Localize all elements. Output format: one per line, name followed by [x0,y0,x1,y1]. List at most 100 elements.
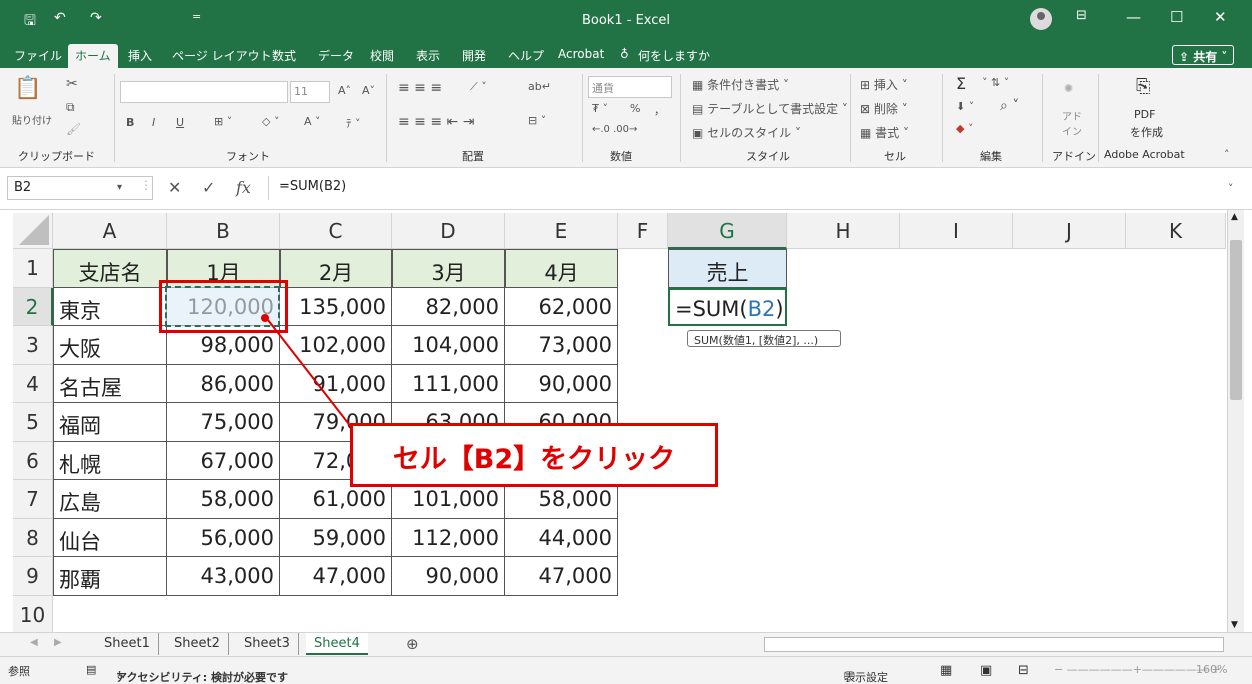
worksheet-grid[interactable]: ABCDEFGHIJK 12345678910 支店名1月2月3月4月東京120… [0,210,1252,634]
page-layout-view-icon[interactable]: ▣ [980,663,992,678]
value-cell[interactable]: 91,000 [280,364,392,403]
prev-sheet-icon[interactable]: ◀ [30,637,38,648]
addins-icon[interactable]: ✺ [1064,82,1073,95]
value-cell[interactable]: 90,000 [505,364,618,403]
tell-me-search[interactable]: 何をしますか [638,47,710,64]
value-cell[interactable]: 56,000 [167,518,280,557]
page-break-view-icon[interactable]: ⊟ [1018,663,1029,678]
value-cell[interactable]: 82,000 [392,287,505,326]
sort-filter-icon[interactable]: ˅ ⇅ ˅ [982,76,1009,89]
row-header-5[interactable]: 5 [13,403,53,442]
addins-button[interactable]: アド イン [1060,108,1084,138]
clear-icon[interactable]: ◆ ˅ [956,122,973,135]
column-header-k[interactable]: K [1126,213,1226,249]
paste-label[interactable]: 貼り付け [12,112,52,127]
column-header-c[interactable]: C [280,213,392,249]
name-box-dropdown-icon[interactable]: ▾ [117,182,122,193]
share-button[interactable]: ⇪ 共有 ˅ [1172,45,1234,65]
conditional-formatting-button[interactable]: ▦ 条件付き書式 ˅ [692,76,789,93]
normal-view-icon[interactable]: ▦ [940,663,952,678]
tab-formulas[interactable]: 数式 [272,47,296,64]
value-cell[interactable]: 67,000 [167,441,280,480]
cut-icon[interactable]: ✂ [66,76,78,92]
wrap-text-icon[interactable]: ab↵ [528,80,551,93]
active-cell-g2[interactable]: =SUM(B2) [668,287,787,326]
horizontal-scrollbar[interactable] [764,637,1224,652]
collapse-ribbon-icon[interactable]: ˄ [1224,148,1230,161]
grow-font-icon[interactable]: A˄ [338,84,351,97]
create-pdf-sub[interactable]: を作成 [1130,124,1163,140]
value-cell[interactable]: 135,000 [280,287,392,326]
format-cells-button[interactable]: ▦ 書式 ˅ [860,124,909,141]
border-icon[interactable]: ⊞ ˅ [214,115,232,128]
scroll-down-icon[interactable]: ▼ [1231,620,1238,630]
macro-icon[interactable]: ▤ [86,663,96,676]
cell-styles-button[interactable]: ▣ セルのスタイル ˅ [692,124,801,141]
pdf-icon[interactable]: ⎘ [1136,76,1150,97]
vertical-scrollbar[interactable]: ▲ ▼ [1227,210,1244,632]
sheet-tab-3[interactable]: Sheet3 [236,633,299,655]
select-all-button[interactable] [13,213,53,249]
format-painter-icon[interactable]: 🖌 [66,122,81,136]
font-size-select[interactable]: 11 [290,81,330,103]
tab-page-layout[interactable]: ページ レイアウト [172,47,272,64]
table-header-cell[interactable]: 2月 [280,249,392,288]
tab-acrobat[interactable]: Acrobat [558,47,604,61]
format-as-table-button[interactable]: ▤ テーブルとして書式設定 ˅ [692,100,848,117]
sheet-tab-2[interactable]: Sheet2 [166,633,229,655]
column-header-f[interactable]: F [618,213,668,249]
tab-developer[interactable]: 開発 [462,47,486,64]
merge-center-icon[interactable]: ⊟ ˅ [528,114,546,127]
branch-name-cell[interactable]: 東京 [53,287,167,326]
underline-button[interactable]: U [176,116,184,129]
paste-icon[interactable]: 📋 [14,76,41,101]
branch-name-cell[interactable]: 仙台 [53,518,167,557]
row-header-3[interactable]: 3 [13,326,53,365]
tab-home[interactable]: ホーム [68,44,118,68]
accounting-format-icon[interactable]: ₮ ˅ [592,102,608,115]
next-sheet-icon[interactable]: ▶ [54,637,62,648]
value-cell[interactable]: 73,000 [505,326,618,365]
row-header-6[interactable]: 6 [13,441,53,480]
insert-function-icon[interactable]: fx [236,178,251,197]
branch-name-cell[interactable]: 名古屋 [53,364,167,403]
fill-icon[interactable]: ⬇ ˅ [956,100,974,113]
value-cell[interactable]: 90,000 [392,557,505,596]
value-cell[interactable]: 44,000 [505,518,618,557]
ribbon-display-icon[interactable]: ⊟ [1076,8,1087,23]
fill-color-icon[interactable]: ◇ ˅ [262,115,279,128]
insert-cells-button[interactable]: ⊞ 挿入 ˅ [860,76,908,93]
delete-cells-button[interactable]: ⊠ 削除 ˅ [860,100,908,117]
value-cell[interactable]: 75,000 [167,403,280,442]
column-header-i[interactable]: I [900,213,1013,249]
branch-name-cell[interactable]: 那覇 [53,557,167,596]
table-header-cell[interactable]: 4月 [505,249,618,288]
value-cell[interactable]: 62,000 [505,287,618,326]
row-header-1[interactable]: 1 [13,249,53,288]
scroll-up-icon[interactable]: ▲ [1231,212,1238,222]
row-header-10[interactable]: 10 [13,595,53,634]
column-header-h[interactable]: H [787,213,900,249]
formula-input[interactable]: =SUM(B2) [268,176,1238,200]
enter-icon[interactable]: ✓ [202,178,215,197]
table-header-cell[interactable]: 支店名 [53,249,167,288]
tab-insert[interactable]: 挿入 [128,47,152,64]
tab-review[interactable]: 校閲 [370,47,394,64]
font-color-icon[interactable]: A ˅ [304,115,321,128]
tab-view[interactable]: 表示 [416,47,440,64]
decimal-increase-icon[interactable]: ←.0 .00→ [592,124,637,135]
add-sheet-button[interactable]: ⊕ [406,635,419,653]
tab-data[interactable]: データ [318,47,354,64]
tab-file[interactable]: ファイル [14,47,62,64]
column-header-a[interactable]: A [53,213,167,249]
close-button[interactable]: ✕ [1214,8,1227,26]
branch-name-cell[interactable]: 福岡 [53,403,167,442]
branch-name-cell[interactable]: 大阪 [53,326,167,365]
value-cell[interactable]: 47,000 [505,557,618,596]
italic-button[interactable]: I [152,116,155,129]
sheet-tab-1[interactable]: Sheet1 [96,633,159,655]
create-pdf-label[interactable]: PDF [1134,108,1155,121]
align-top-icon[interactable]: ≡ ≡ ≡ [398,80,442,96]
name-box[interactable]: B2 [7,176,153,200]
value-cell[interactable]: 59,000 [280,518,392,557]
